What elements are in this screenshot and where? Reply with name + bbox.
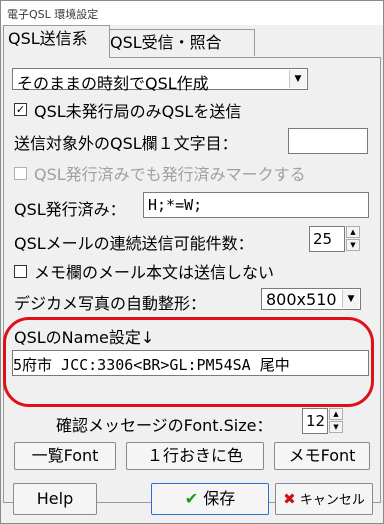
exclude-char-input[interactable] xyxy=(288,128,368,154)
check-icon: ✔ xyxy=(184,489,199,508)
window-title: 電子QSL 環境設定 xyxy=(7,8,99,21)
save-button-label: 保存 xyxy=(203,489,236,508)
issued-input[interactable]: H;*=W; xyxy=(143,192,369,218)
spin-down-icon[interactable]: ▼ xyxy=(329,421,343,433)
highlight-oval xyxy=(3,317,374,407)
font-size-label: 確認メッセージのFont.Size： xyxy=(56,416,273,435)
mark-issued-again-label: QSL発行済みでも発行済みマークする xyxy=(34,165,306,184)
continuous-send-value: 25 xyxy=(313,230,333,248)
only-unissued-checkbox[interactable]: ✓ xyxy=(14,103,27,116)
tab-strip: QSL送信系 QSL受信・照合 xyxy=(1,25,383,58)
chevron-down-icon: ▼ xyxy=(342,290,359,308)
cancel-button[interactable]: ✖ キャンセル xyxy=(275,483,373,515)
memo-no-body-label: メモ欄のメール本文は送信しない xyxy=(34,263,275,282)
title-bar: 電子QSL 環境設定 xyxy=(1,1,383,25)
chevron-down-icon: ▼ xyxy=(289,70,306,88)
tab-qsl-receive[interactable]: QSL受信・照合 xyxy=(105,29,255,56)
memo-no-body-checkbox[interactable] xyxy=(14,265,27,278)
mark-issued-again-checkbox[interactable] xyxy=(14,167,27,180)
issued-value: H;*=W; xyxy=(148,196,203,214)
font-size-value: 12 xyxy=(306,412,326,430)
tab-qsl-send[interactable]: QSL送信系 xyxy=(3,25,110,58)
only-unissued-label: QSL未発行局のみQSLを送信 xyxy=(34,102,242,121)
photo-resize-select[interactable]: 800x510 ▼ xyxy=(261,288,361,310)
settings-window: 電子QSL 環境設定 QSL送信系 QSL受信・照合 そのままの時刻でQSL作成… xyxy=(0,0,384,524)
memo-font-button[interactable]: メモFont xyxy=(274,442,370,470)
qsl-time-mode-value: そのままの時刻でQSL作成 xyxy=(17,74,209,93)
font-size-box: 12 xyxy=(302,408,328,434)
photo-resize-value: 800x510 xyxy=(266,290,337,309)
qsl-time-mode-select[interactable]: そのままの時刻でQSL作成 ▼ xyxy=(12,68,308,93)
save-button[interactable]: ✔ 保存 xyxy=(151,483,269,515)
spin-up-icon[interactable]: ▲ xyxy=(329,408,343,420)
continuous-send-box: 25 xyxy=(309,226,345,252)
spin-down-icon[interactable]: ▼ xyxy=(346,239,360,251)
issued-label: QSL発行済み： xyxy=(14,200,126,219)
spin-up-icon[interactable]: ▲ xyxy=(346,226,360,238)
photo-resize-label: デジカメ写真の自動整形： xyxy=(14,294,207,313)
alternate-color-button[interactable]: １行おきに色 xyxy=(126,442,264,470)
exclude-char-label: 送信対象外のQSL欄１文字目： xyxy=(14,134,238,153)
help-button[interactable]: Help xyxy=(13,483,97,515)
list-font-button[interactable]: 一覧Font xyxy=(14,442,116,470)
font-size-spinner[interactable]: 12 ▲ ▼ xyxy=(302,408,344,434)
continuous-send-spinner[interactable]: 25 ▲ ▼ xyxy=(309,226,361,252)
close-icon: ✖ xyxy=(283,490,296,508)
continuous-send-label: QSLメールの連続送信可能件数： xyxy=(14,234,254,253)
tab-panel: そのままの時刻でQSL作成 ▼ ✓ QSL未発行局のみQSLを送信 送信対象外の… xyxy=(3,57,381,503)
cancel-button-label: キャンセル xyxy=(299,493,365,508)
